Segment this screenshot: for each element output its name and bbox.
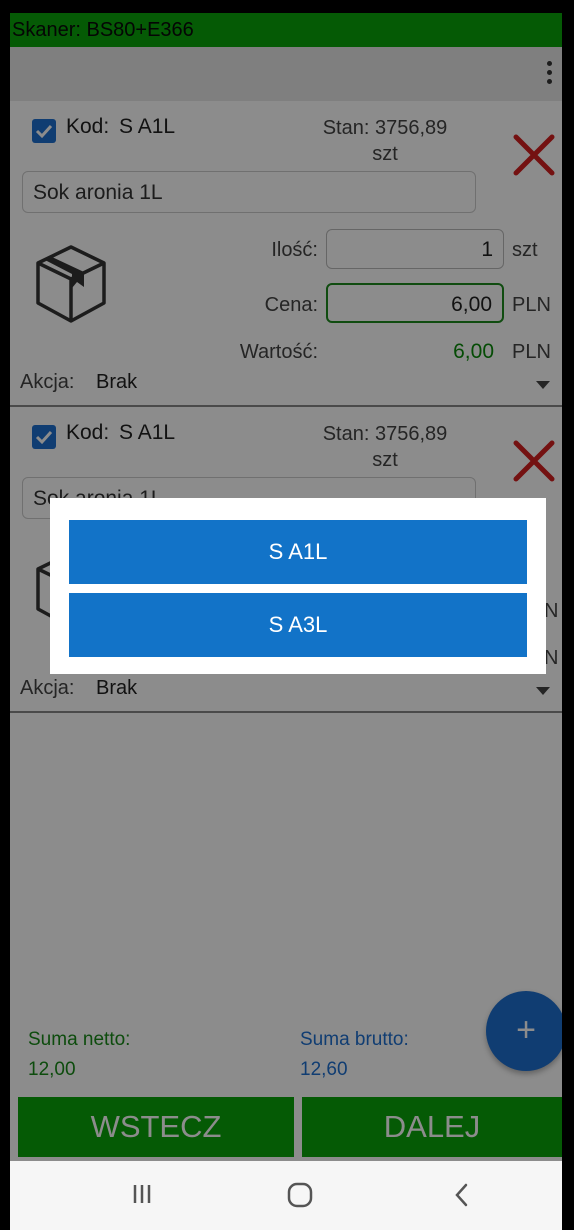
app-screen: Skaner: BS80+E366 Kod: S A1L Stan: 3756,… xyxy=(10,13,562,1230)
recent-apps-icon[interactable] xyxy=(132,1181,152,1212)
back-icon[interactable] xyxy=(452,1181,472,1214)
code-selection-dialog: S A1L S A3L xyxy=(50,498,546,674)
code-option-s-a1l[interactable]: S A1L xyxy=(69,520,527,584)
code-option-s-a3l[interactable]: S A3L xyxy=(69,593,527,657)
home-icon[interactable] xyxy=(286,1181,314,1214)
system-navigation-bar xyxy=(10,1161,562,1230)
